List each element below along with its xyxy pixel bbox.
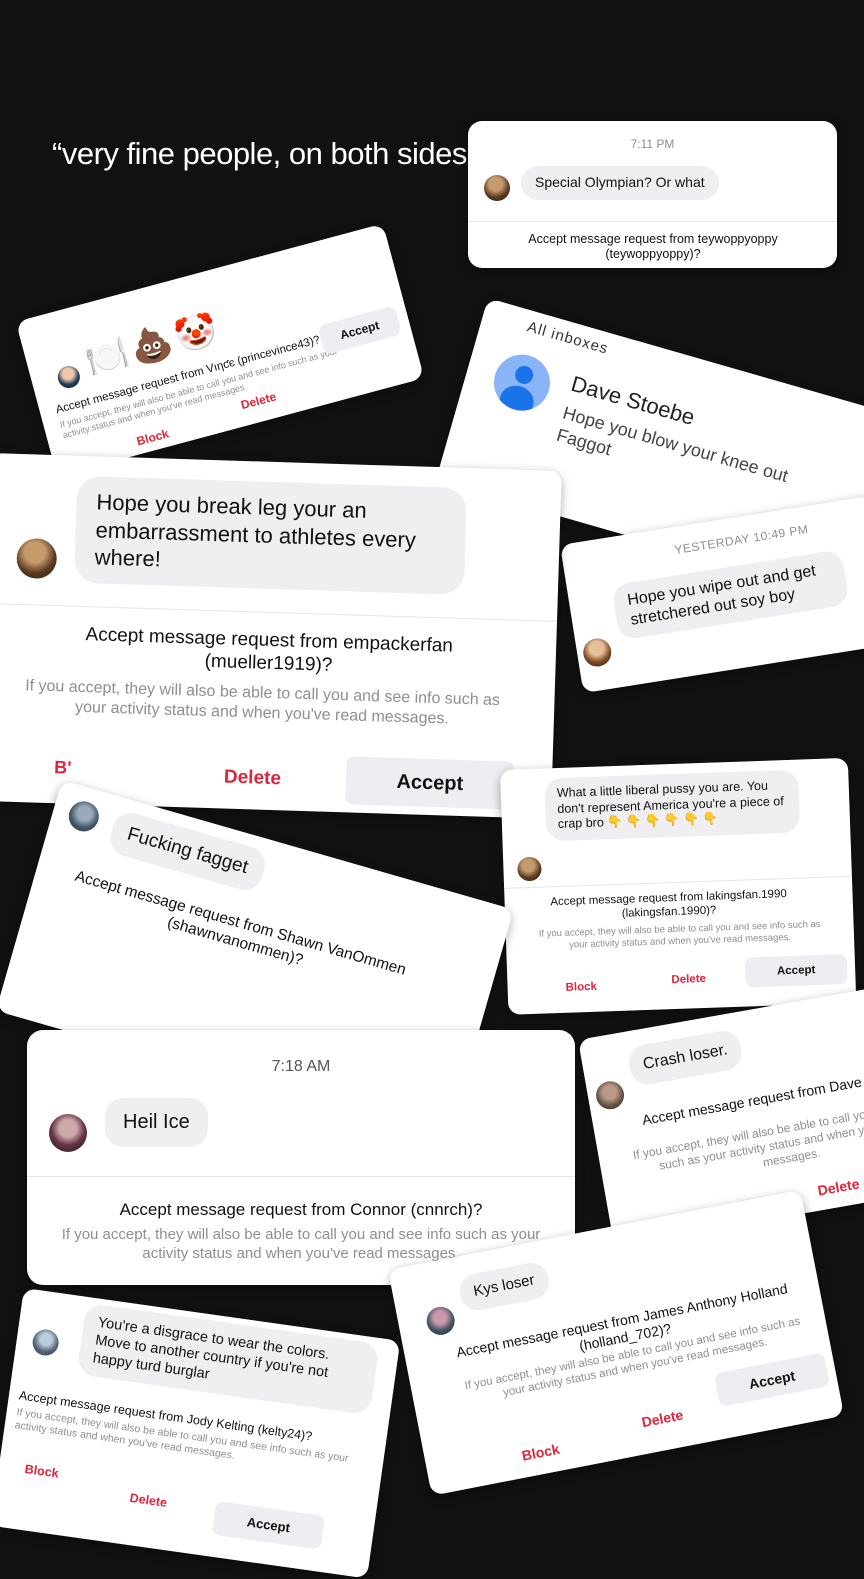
sender-avatar[interactable] bbox=[49, 1114, 87, 1152]
request-card-kelty24: You're a disgrace to wear the colors. Mo… bbox=[0, 1288, 401, 1579]
request-notice: If you accept, they will also be able to… bbox=[538, 918, 821, 951]
accept-button[interactable]: Accept bbox=[211, 1500, 326, 1550]
sender-avatar[interactable] bbox=[65, 797, 103, 835]
accept-button[interactable]: Accept bbox=[713, 1352, 831, 1408]
request-card-mueller1919: Hope you break leg your an embarrassment… bbox=[0, 453, 562, 819]
caption: “very fine people, on both sides” bbox=[52, 136, 477, 171]
message-bubble: What a little liberal pussy you are. You… bbox=[544, 769, 801, 842]
inbox-header: All inboxes bbox=[525, 318, 611, 358]
message-time: 7:11 PM bbox=[630, 137, 675, 151]
block-button[interactable]: Block bbox=[24, 1462, 60, 1481]
request-card-teywoppyoppy: 7:11 PM Special Olympian? Or what Accept… bbox=[468, 121, 837, 268]
sender-avatar[interactable] bbox=[30, 1327, 61, 1358]
message-bubble: Kys loser bbox=[456, 1259, 552, 1314]
message-time: 7:18 AM bbox=[271, 1058, 331, 1075]
divider bbox=[504, 875, 852, 889]
message-bubble: Fucking fagget bbox=[106, 808, 269, 894]
accept-button[interactable]: Accept bbox=[744, 954, 848, 988]
contact-avatar-icon[interactable] bbox=[487, 348, 557, 418]
message-bubble: Special Olympian? Or what bbox=[521, 166, 719, 200]
sender-avatar[interactable] bbox=[484, 175, 510, 201]
block-button[interactable]: B' bbox=[54, 757, 72, 779]
message-bubble: Heil Ice bbox=[105, 1098, 208, 1147]
divider bbox=[27, 1176, 575, 1177]
message-bubble: Crash loser. bbox=[626, 1028, 745, 1088]
block-button[interactable]: Block bbox=[565, 981, 597, 994]
message-bubble: You're a disgrace to wear the colors. Mo… bbox=[76, 1302, 380, 1416]
pile-of-poo-icon: 💩 bbox=[126, 321, 178, 370]
message-time: YESTERDAY 10:49 PM bbox=[673, 522, 810, 558]
email-snippet: Hope you blow your knee out Faggot bbox=[554, 402, 791, 487]
delete-button[interactable]: Delete bbox=[671, 973, 706, 986]
sender-avatar[interactable] bbox=[55, 363, 83, 391]
block-button[interactable]: Block bbox=[135, 426, 170, 448]
request-notice: If you accept, they will also be able to… bbox=[24, 677, 501, 728]
request-prompt: Accept message request from teywoppyoppy… bbox=[528, 232, 778, 261]
request-card-princevince43: 🍽️ 💩 🤡 Accept message request from Vıηƈє… bbox=[15, 223, 425, 477]
delete-button[interactable]: Delete bbox=[640, 1407, 684, 1431]
message-bubble: Hope you break leg your an embarrassment… bbox=[73, 475, 468, 595]
request-card-lakingsfan1990: What a little liberal pussy you are. You… bbox=[500, 757, 857, 1015]
delete-button[interactable]: Delete bbox=[129, 1491, 168, 1510]
sender-avatar[interactable] bbox=[593, 1079, 627, 1112]
delete-button[interactable]: Delete bbox=[224, 767, 282, 791]
request-prompt: Accept message request from empackerfan … bbox=[85, 624, 454, 676]
clown-face-icon: 🤡 bbox=[170, 309, 222, 358]
request-prompt: Accept message request from lakingsfan.1… bbox=[550, 888, 787, 920]
sender-avatar[interactable] bbox=[16, 537, 58, 580]
divider bbox=[468, 221, 837, 222]
message-time: 4:52 PM bbox=[295, 827, 351, 858]
sender-avatar[interactable] bbox=[424, 1304, 458, 1338]
accept-button[interactable]: Accept bbox=[317, 305, 403, 356]
accept-button[interactable]: Accept bbox=[345, 756, 515, 810]
divider bbox=[0, 602, 558, 622]
sender-avatar[interactable] bbox=[517, 856, 542, 882]
message-bubble: Hope you wipe out and get stretchered ou… bbox=[610, 549, 850, 641]
request-prompt: Accept message request from Connor (cnnr… bbox=[119, 1200, 483, 1219]
sender-avatar[interactable] bbox=[581, 636, 614, 669]
request-card-cnnrch: 7:18 AM Heil Ice Accept message request … bbox=[27, 1030, 575, 1285]
delete-button[interactable]: Delete bbox=[816, 1175, 860, 1198]
fork-and-knife-with-plate-icon: 🍽️ bbox=[81, 333, 133, 382]
block-button[interactable]: Block bbox=[520, 1441, 560, 1464]
